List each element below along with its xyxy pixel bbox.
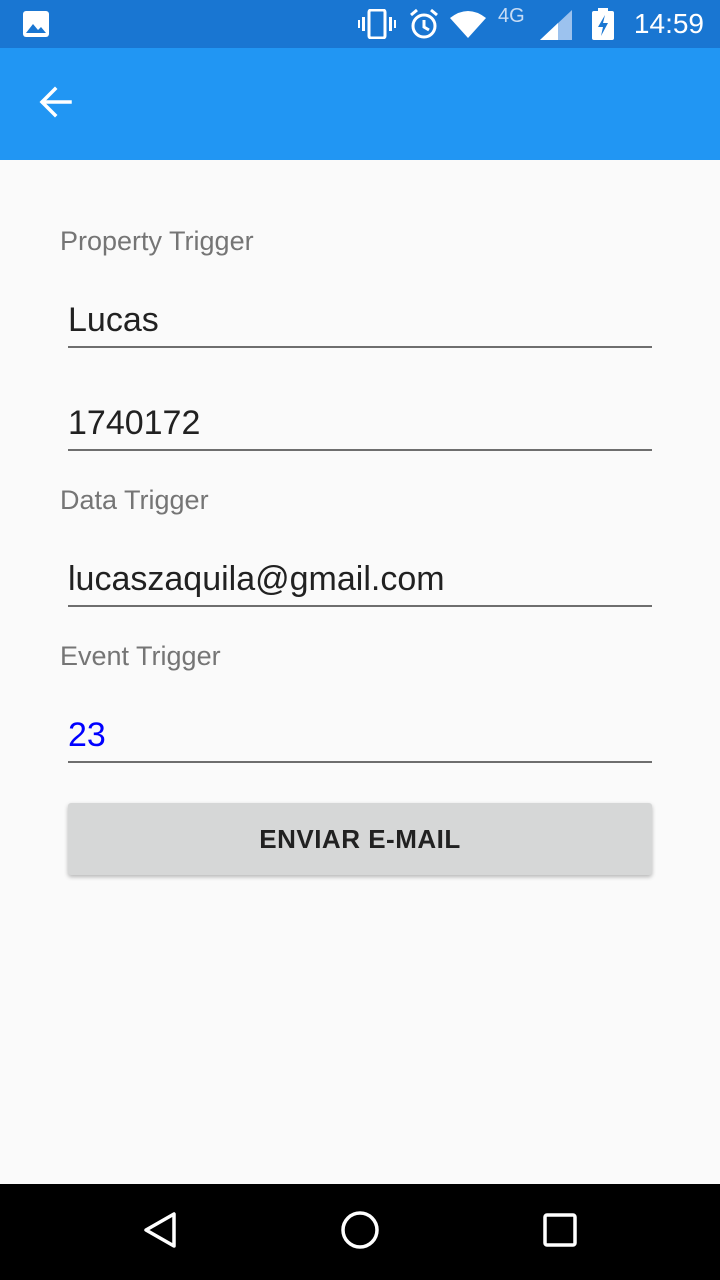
name-input[interactable] (68, 301, 652, 340)
name-field[interactable] (68, 286, 652, 348)
property-trigger-label: Property Trigger (60, 226, 254, 256)
email-input[interactable] (68, 560, 652, 599)
app-bar (0, 48, 720, 160)
home-circle-icon (340, 1210, 380, 1255)
back-button[interactable] (24, 72, 88, 136)
nav-back-button[interactable] (128, 1200, 192, 1264)
clock: 14:59 (633, 8, 704, 39)
data-trigger-label: Data Trigger (60, 485, 209, 515)
nav-recents-button[interactable] (528, 1200, 592, 1264)
navigation-bar (0, 1184, 720, 1280)
nav-home-button[interactable] (328, 1200, 392, 1264)
wifi-icon (450, 10, 486, 43)
recents-square-icon (540, 1210, 580, 1255)
image-notification-icon (22, 10, 50, 43)
battery-charging-icon (592, 8, 614, 45)
send-email-button[interactable]: ENVIAR E-MAIL (68, 803, 652, 875)
vibrate-icon (358, 8, 396, 44)
network-type-label: 4G (498, 5, 525, 27)
event-field[interactable] (68, 701, 652, 763)
arrow-back-icon (38, 84, 74, 125)
number-field[interactable] (68, 389, 652, 451)
event-input[interactable] (68, 716, 652, 755)
number-input[interactable] (68, 404, 652, 443)
event-trigger-label: Event Trigger (60, 641, 221, 671)
signal-icon (540, 10, 572, 45)
back-triangle-icon (140, 1210, 180, 1255)
email-field[interactable] (68, 545, 652, 607)
alarm-icon (408, 8, 440, 45)
status-bar: 4G 14:59 (0, 0, 720, 48)
